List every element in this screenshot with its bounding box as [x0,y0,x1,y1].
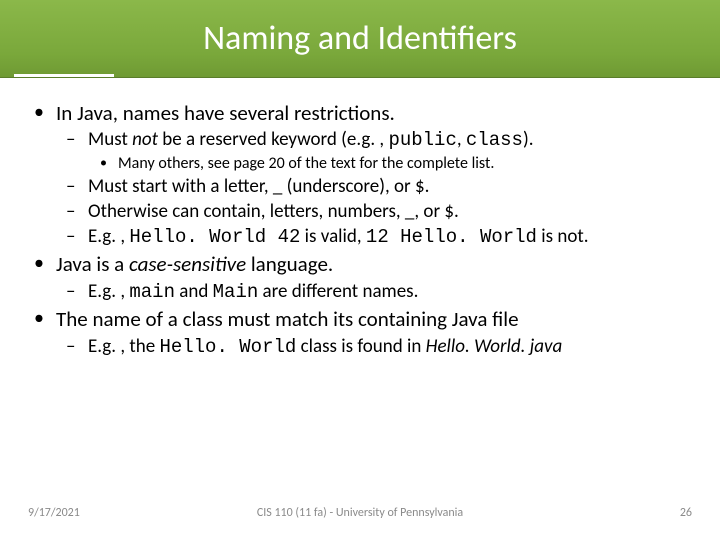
slide-number: 26 [680,506,692,520]
sub-main-case: E.g. , main and Main are different names… [56,280,694,305]
sub-reserved-keyword: Must not be a reserved keyword (e.g. , p… [56,128,694,174]
sub-example-valid: E.g. , Hello. World 42 is valid, 12 Hell… [56,225,694,250]
slide-body: In Java, names have several restrictions… [0,78,720,359]
bullet-class-filename: The name of a class must match its conta… [26,306,694,359]
slide-title: Naming and Identifiers [203,18,517,59]
footer-center: CIS 110 (11 fa) - University of Pennsylv… [0,506,720,520]
title-underline [14,74,114,77]
bullet-text: The name of a class must match its conta… [56,306,519,332]
bullet-case-sensitive: Java is a case-sensitive language. E.g. … [26,251,694,304]
bullet-restrictions: In Java, names have several restrictions… [26,100,694,249]
slide-footer: 9/17/2021 CIS 110 (11 fa) - University o… [0,506,720,526]
slide-title-bar: Naming and Identifiers [0,0,720,78]
sub-helloworld-file: E.g. , the Hello. World class is found i… [56,335,694,360]
bullet-text: In Java, names have several restrictions… [56,100,395,126]
sub-otherwise: Otherwise can contain, letters, numbers,… [56,200,694,224]
note-page20: Many others, see page 20 of the text for… [88,154,694,174]
sub-must-start: Must start with a letter, _ (underscore)… [56,175,694,199]
